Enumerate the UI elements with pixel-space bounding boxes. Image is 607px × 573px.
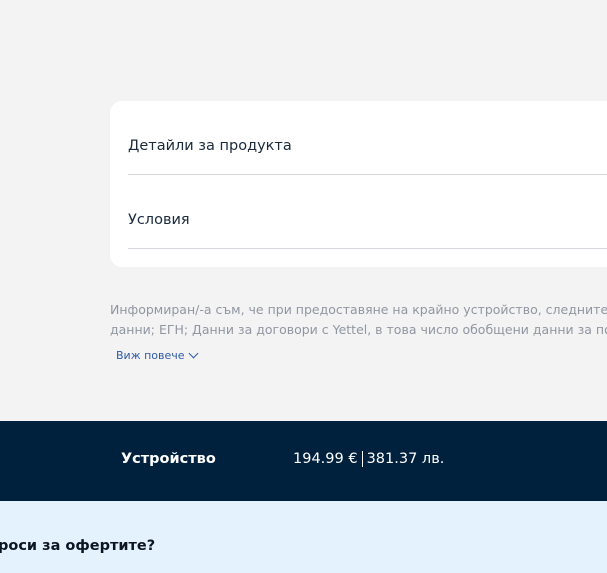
consent-line: Информиран/-а съм, че при предоставяне н… bbox=[110, 302, 607, 317]
summary-label: Устройство bbox=[121, 451, 216, 467]
faq-section: роси за офертите? bbox=[0, 501, 607, 573]
accordion-item-terms[interactable]: Условия bbox=[128, 175, 607, 249]
consent-text: Информиран/-а съм, че при предоставяне н… bbox=[110, 300, 607, 340]
price-eur: 194.99 € bbox=[293, 451, 358, 467]
page: Детайли за продукта Условия Информиран/-… bbox=[0, 0, 607, 573]
see-more-label: Виж повече bbox=[116, 349, 185, 362]
faq-title: роси за офертите? bbox=[0, 538, 156, 554]
summary-price: 194.99 € 381.37 лв. bbox=[293, 451, 444, 467]
accordion-item-product-details[interactable]: Детайли за продукта bbox=[128, 101, 607, 175]
chevron-down-icon bbox=[188, 348, 198, 359]
price-bgn: 381.37 лв. bbox=[366, 451, 445, 467]
price-summary-bar: Устройство 194.99 € 381.37 лв. bbox=[0, 421, 607, 501]
consent-line: данни; ЕГН; Данни за договори с Yettel, … bbox=[110, 322, 607, 337]
product-accordion: Детайли за продукта Условия bbox=[110, 101, 607, 267]
accordion-label: Детайли за продукта bbox=[128, 138, 292, 154]
see-more-link[interactable]: Виж повече bbox=[116, 348, 198, 362]
accordion-label: Условия bbox=[128, 212, 190, 228]
price-divider bbox=[361, 451, 363, 467]
